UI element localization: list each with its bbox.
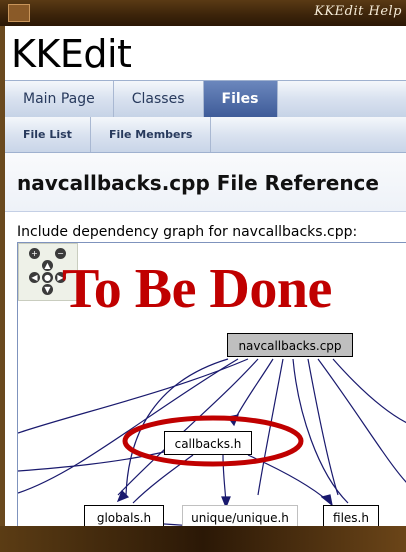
graph-node-files-h[interactable]: files.h [323,505,379,526]
sub-tabs: File List File Members [5,117,406,153]
graph-node-navcallbacks-cpp[interactable]: navcallbacks.cpp [227,333,353,357]
edge-root-right-2 [317,358,406,483]
graph-node-globals-h[interactable]: globals.h [84,505,164,526]
include-graph-caption: Include dependency graph for navcallback… [17,224,358,240]
window-title: KKEdit Help [314,4,402,19]
pan-reset-icon[interactable]: ● [42,272,53,283]
help-page: KKEdit Main Page Classes Files File List… [5,26,406,526]
tab-file-list[interactable]: File List [5,117,91,152]
tab-classes[interactable]: Classes [114,81,204,118]
pan-down-icon[interactable]: ▼ [42,284,53,295]
arrowhead-files [320,494,333,507]
pan-left-icon[interactable]: ◀ [29,272,40,283]
tab-files[interactable]: Files [203,81,278,118]
graph-node-callbacks-h[interactable]: callbacks.h [164,431,252,455]
main-tabs: Main Page Classes Files [5,80,406,119]
graph-node-unique-h[interactable]: unique/unique.h [182,505,298,526]
include-dependency-graph: + − ▲ ◀ ● ▶ ▼ To Be Done navcallbacks.cp… [17,242,406,526]
window-menu-button[interactable] [8,4,30,22]
page-title: navcallbacks.cpp File Reference [17,171,379,195]
tab-main-page[interactable]: Main Page [5,81,114,118]
pan-up-icon[interactable]: ▲ [42,260,53,271]
project-title: KKEdit [11,32,132,76]
page-header: navcallbacks.cpp File Reference [5,153,406,212]
window-bottom-frame [0,526,406,552]
to-be-done-overlay: To Be Done [62,258,332,320]
edge-root-files-2 [292,358,349,504]
window-titlebar: KKEdit Help [0,0,406,26]
tab-file-members[interactable]: File Members [91,117,212,152]
edge-root-callbacks [232,358,274,424]
edge-root-left-1 [18,358,249,434]
zoom-in-icon[interactable]: + [29,248,40,259]
edge-root-files [307,358,339,496]
edge-root-right-1 [332,358,406,424]
